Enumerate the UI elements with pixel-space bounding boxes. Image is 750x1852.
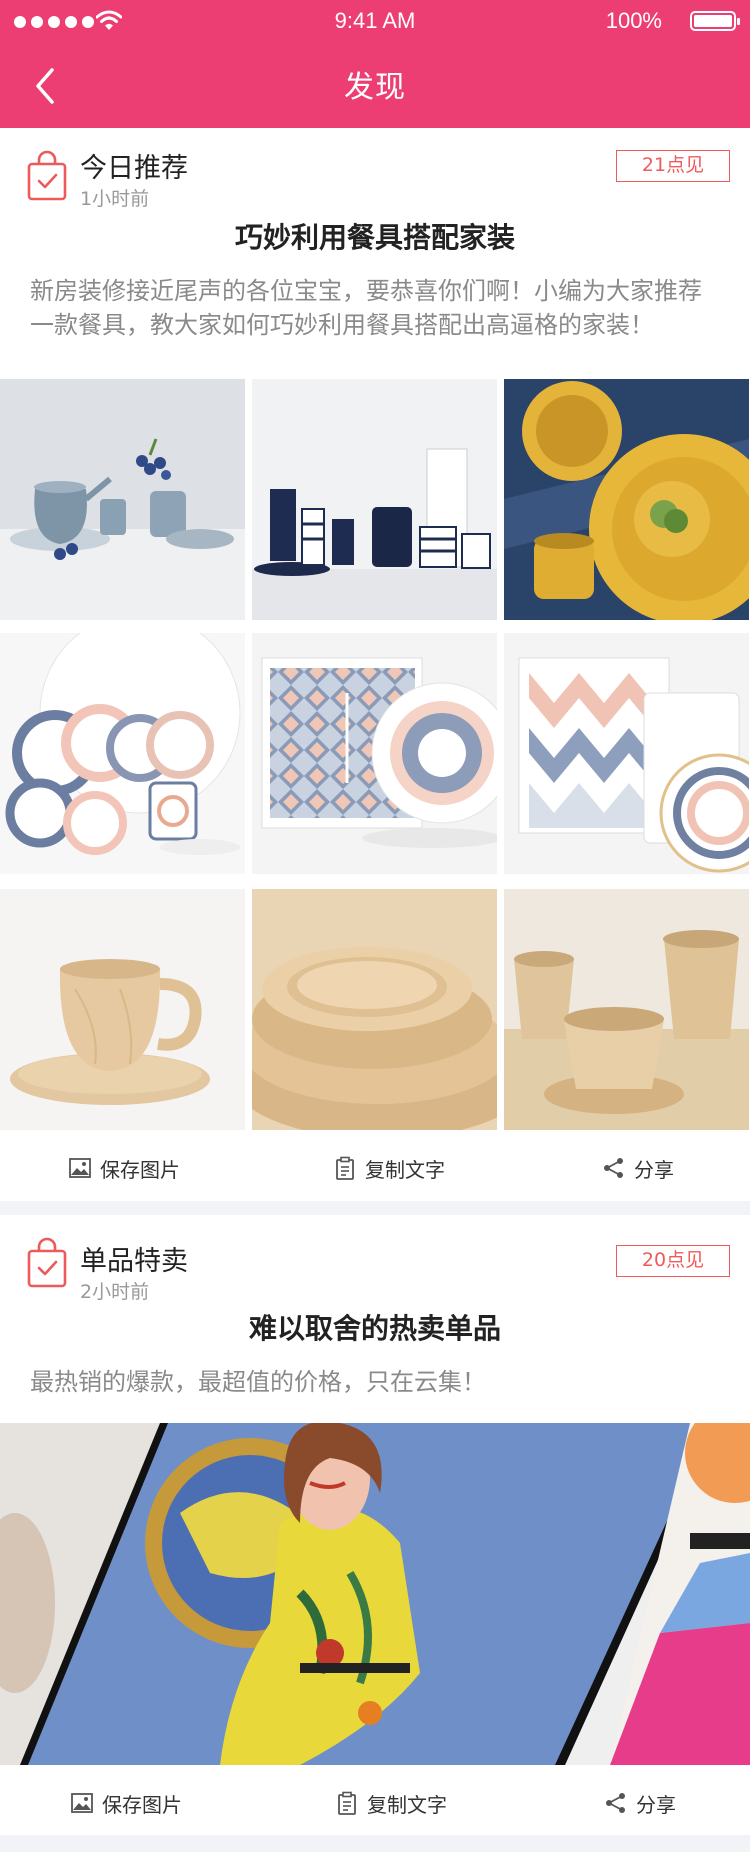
post-title: 巧妙利用餐具搭配家装: [234, 221, 515, 254]
status-bar: 9:41 AM 100%: [0, 0, 750, 44]
clipboard-icon: [336, 1156, 354, 1180]
wooden-plates-image: [252, 889, 497, 1130]
nav-bar: 发现: [0, 44, 750, 128]
product-image[interactable]: [252, 633, 497, 874]
countdown-badge: 20点见: [616, 1245, 730, 1277]
clipboard-icon: [338, 1791, 356, 1815]
page-title: 发现: [344, 70, 406, 105]
product-banner-image[interactable]: [0, 1423, 750, 1765]
shopping-bag-icon: [27, 150, 67, 201]
product-image[interactable]: [0, 633, 245, 874]
patterned-dinnerware-image: [0, 633, 245, 874]
action-bar: 保存图片 复制文字 分享: [0, 1135, 750, 1201]
ceramic-teaset-image: [0, 379, 245, 620]
wooden-mug-image: [0, 889, 245, 1130]
share-label: 分享: [636, 1792, 676, 1817]
battery-icon: [690, 11, 740, 31]
post-card: 单品特卖 2小时前 20点见 难以取舍的热卖单品 最热销的爆款，最超值的价格，只…: [0, 1215, 750, 1835]
product-image[interactable]: [0, 379, 245, 620]
action-bar: 保存图片 复制文字 分享: [0, 1770, 750, 1836]
copy-text-label: 复制文字: [367, 1792, 447, 1817]
copy-text-label: 复制文字: [365, 1157, 445, 1182]
copy-text-button[interactable]: 复制文字: [335, 1770, 447, 1836]
share-button[interactable]: 分享: [602, 1135, 674, 1201]
gift-box-mug-image: [504, 633, 749, 874]
post-tag: 今日推荐: [80, 153, 188, 184]
post-tag: 单品特卖: [80, 1246, 188, 1277]
fashion-banner-image: [0, 1423, 750, 1765]
yellow-plates-image: [504, 379, 749, 620]
image-icon: [69, 1158, 91, 1178]
save-image-button[interactable]: 保存图片: [70, 1770, 182, 1836]
gift-box-plate-image: [252, 633, 497, 874]
save-image-label: 保存图片: [100, 1157, 180, 1182]
save-image-button[interactable]: 保存图片: [68, 1135, 180, 1201]
shopping-bag-icon: [27, 1237, 67, 1288]
image-grid: [0, 379, 750, 1130]
post-title: 难以取舍的热卖单品: [248, 1312, 501, 1345]
countdown-badge: 21点见: [616, 150, 730, 182]
post-time: 1小时前: [80, 188, 150, 210]
post-description: 最热销的爆款，最超值的价格，只在云集！: [30, 1368, 486, 1396]
product-image[interactable]: [504, 379, 749, 620]
product-image[interactable]: [504, 889, 749, 1130]
product-image[interactable]: [0, 889, 245, 1130]
image-icon: [71, 1793, 93, 1813]
product-image[interactable]: [252, 889, 497, 1130]
post-time: 2小时前: [80, 1281, 150, 1303]
product-image[interactable]: [252, 379, 497, 620]
share-icon: [604, 1158, 623, 1178]
post-card: 今日推荐 1小时前 21点见 巧妙利用餐具搭配家装 新房装修接近尾声的各位宝宝，…: [0, 128, 750, 1201]
battery-percent: 100%: [605, 8, 662, 33]
product-image[interactable]: [504, 633, 749, 874]
save-image-label: 保存图片: [102, 1792, 182, 1817]
copy-text-button[interactable]: 复制文字: [333, 1135, 445, 1201]
share-icon: [606, 1793, 625, 1813]
striped-cups-image: [252, 379, 497, 620]
post-description: 新房装修接近尾声的各位宝宝，要恭喜你们啊！小编为大家推荐一款餐具，教大家如何巧妙…: [30, 277, 702, 339]
share-label: 分享: [634, 1157, 674, 1182]
app-header: 9:41 AM 100% 发现: [0, 0, 750, 128]
wooden-cups-image: [504, 889, 749, 1130]
share-button[interactable]: 分享: [604, 1770, 676, 1836]
